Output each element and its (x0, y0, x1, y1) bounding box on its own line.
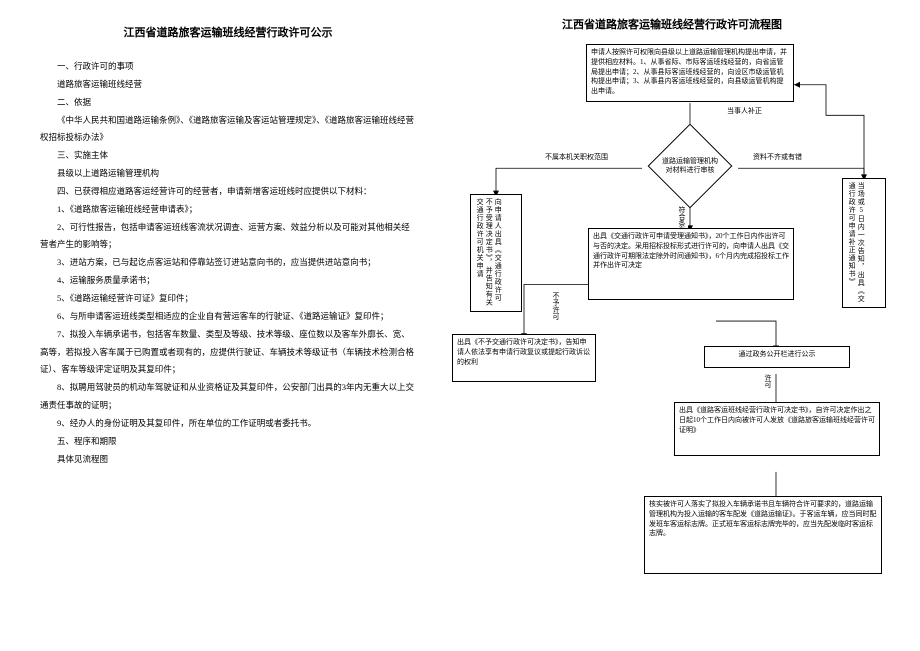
label-notscope: 不属本机关职权范围 (544, 152, 609, 162)
label-buzheng: 当事人补正 (726, 106, 763, 116)
section-3-head: 三、实施主体 (40, 147, 416, 165)
node-decision: 出具《道路客运班线经营行政许可决定书》，自许可决定作出之日起10个工作日内向被许… (674, 402, 880, 456)
left-column: 江西省道路旅客运输班线经营行政许可公示 一、行政许可的事项 道路旅客运输班线经营… (0, 0, 430, 651)
label-badmat: 资料不齐或有错 (752, 152, 803, 162)
section-1-line: 道路旅客运输班线经营 (40, 76, 416, 94)
section-4-head: 四、已获得相应道路客运经营许可的经营者，申请新增客运班线时应提供以下材料： (40, 183, 416, 201)
node-accept: 出具《交通行政许可申请受理通知书》，20个工作日内作出许可与否的决定。采用招标投… (588, 228, 794, 300)
node-badmat-text: 当场或5日内一次告知，出具《交通行政许可申请补正通知书》 (847, 182, 865, 304)
node-review-text: 道路运输管理机构 对材料进行审核 (636, 144, 744, 188)
label-notallow: 不予许可 (550, 292, 562, 320)
section-2-line: 《中华人民共和国道路运输条例》、《道路旅客运输及客运站管理规定》、《道路旅客运输… (40, 112, 416, 148)
node-badmat: 当场或5日内一次告知，出具《交通行政许可申请补正通知书》 (842, 178, 886, 308)
mat-4: 4、运输服务质量承诺书； (40, 272, 416, 290)
mat-8: 8、拟聘用驾驶员的机动车驾驶证和从业资格证及其复印件，公安部门出具的3年内无重大… (40, 379, 416, 415)
mat-7: 7、拟投入车辆承诺书，包括客车数量、类型及等级、技术等级、座位数以及客车外廓长、… (40, 326, 416, 380)
section-5-head: 五、程序和期限 (40, 433, 416, 451)
doc-body: 一、行政许可的事项 道路旅客运输班线经营 二、依据 《中华人民共和国道路运输条例… (40, 58, 416, 468)
flow-title: 江西省道路旅客运输班线经营行政许可流程图 (436, 16, 908, 32)
doc-title: 江西省道路旅客运输班线经营行政许可公示 (40, 24, 416, 40)
node-deny: 出具《不予交通行政许可决定书》，告知申请人依法享有申请行政复议或提起行政诉讼的权… (452, 334, 596, 382)
node-review-text-2: 对材料进行审核 (666, 166, 715, 175)
mat-5: 5、《道路运输经营许可证》复印件； (40, 290, 416, 308)
node-public: 通过政务公开栏进行公示 (704, 346, 850, 368)
node-apply: 申请人按照许可权限向县级以上道路运输管理机构提出申请，并提供相应材料。1、从事省… (586, 44, 794, 102)
section-3-line: 县级以上道路运输管理机构 (40, 165, 416, 183)
section-2-head: 二、依据 (40, 94, 416, 112)
node-review-text-1: 道路运输管理机构 (662, 157, 718, 166)
section-1-head: 一、行政许可的事项 (40, 58, 416, 76)
node-notscope: 向申请人出具《交通行政许可不予受理决定书》，并告知有关交通行政许可机关申请 (470, 194, 522, 312)
flowchart: 申请人按照许可权限向县级以上道路运输管理机构提出申请，并提供相应材料。1、从事省… (436, 44, 908, 645)
label-allow: 许可 (762, 374, 774, 388)
node-final: 核实被许可人落实了拟投入车辆承诺书且车辆符合许可要求的，道路运输管理机构为投入运… (644, 496, 882, 574)
section-5-line: 具体见流程图 (40, 451, 416, 469)
mat-1: 1、《道路旅客运输班线经营申请表》； (40, 201, 416, 219)
mat-6: 6、与所申请客运班线类型相适应的企业自有营运客车的行驶证、《道路运输证》复印件； (40, 308, 416, 326)
node-notscope-text: 向申请人出具《交通行政许可不予受理决定书》，并告知有关交通行政许可机关申请 (475, 198, 502, 308)
right-column: 江西省道路旅客运输班线经营行政许可流程图 申请人按照许可权限向县级以上道路运输管… (430, 0, 920, 651)
mat-9: 9、经办人的身份证明及其复印件，所在单位的工作证明或者委托书。 (40, 415, 416, 433)
mat-2: 2、可行性报告，包括申请客运班线客流状况调查、运营方案、效益分析以及可能对其他相… (40, 219, 416, 255)
mat-3: 3、进站方案，已与起讫点客运站和停靠站签订进站意向书的，应当提供进站意向书； (40, 254, 416, 272)
